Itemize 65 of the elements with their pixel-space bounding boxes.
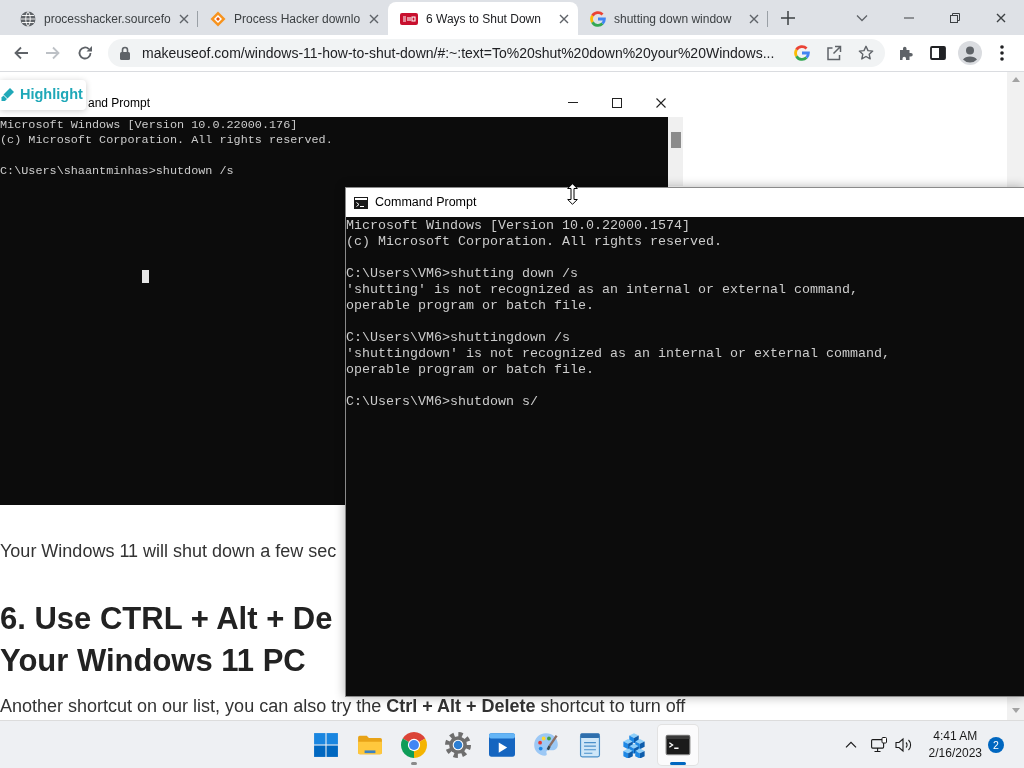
console-icon [354,196,368,209]
browser-tab[interactable]: 6 Ways to Shut Down [388,2,578,35]
console-line: operable program or batch file. [346,362,595,378]
close-icon[interactable] [179,13,189,24]
close-icon[interactable] [749,13,759,24]
maximize-icon [612,97,622,108]
clock-date[interactable]: 2/16/2023 [928,744,982,762]
console-line: (c) Microsoft Corporation. All rights reserved. [0,133,334,149]
avatar-icon[interactable] [958,41,982,65]
letter-g-icon [590,10,606,27]
star-icon[interactable] [858,45,874,61]
arrow-left-icon[interactable] [13,45,29,61]
article-text: Another shortcut on our list, you can also try the Ctrl + Alt + Delete shortcut to turn off [0,696,686,717]
notepad-icon [577,731,603,758]
palette-icon [533,731,559,758]
play-icon [489,731,515,758]
console-line: operable program or batch file. [346,298,595,314]
window-title: Command Prompt [375,194,477,212]
browser-tab[interactable]: Process Hacker downlo [198,2,388,35]
diamond-icon [210,10,226,27]
console-line: C:\Users\shaantminhas>shutdown /s [0,163,235,180]
plus-icon[interactable] [781,10,795,25]
logo-tile-icon [400,12,418,25]
globe-icon [20,10,36,27]
cubes-icon [621,731,647,758]
circle-logo-icon [401,731,427,758]
article-heading: 6. Use CTRL + Alt + De Your Windows 11 PC [0,600,333,680]
puzzle-icon[interactable] [898,45,914,61]
letter-g-icon[interactable] [794,45,810,61]
browser-tab[interactable]: shutting down window [578,2,768,35]
more-icon[interactable] [1000,45,1004,61]
console-line: Microsoft Windows [Version 10.0.22000.176] [0,118,299,134]
close-icon[interactable] [369,13,379,24]
four-squares-icon [313,731,339,758]
reload-icon[interactable] [77,45,93,61]
speaker-icon[interactable] [894,736,913,753]
share-icon[interactable] [826,45,842,61]
taskbar-button[interactable] [658,724,698,765]
console-line: Microsoft Windows [Version 10.0.22000.1574] [346,218,691,234]
text-cursor-icon [142,270,149,283]
browser-tab[interactable]: processhacker.sourcefo [8,2,198,35]
minimize-icon [568,102,578,103]
console-line: C:\Users\VM6>shutting down /s [346,266,579,282]
network-icon[interactable] [870,736,887,753]
notification-badge[interactable]: 2 [988,736,1004,753]
highlighter-icon [1,87,15,103]
console-line: C:\Users\VM6>shuttingdown /s [346,330,571,346]
restore-icon[interactable] [950,12,960,23]
close-icon[interactable] [996,12,1006,23]
gear-icon [445,731,471,758]
console-line: 'shutting' is not recognized as an internal or external command, [346,282,859,298]
lock-icon [119,46,131,60]
address-bar[interactable]: makeuseof.com/windows-11-how-to-shut-down/#:~:text=To%20shut%20down%20your%20Windows... [108,39,885,67]
side-panel-icon[interactable] [930,45,946,61]
console-line: 'shuttingdown' is not recognized as an internal or external command, [346,346,891,362]
console-line: C:\Users\VM6>shutdown s/ [346,394,539,410]
clock-time[interactable]: 4:41 AM [928,727,982,745]
chevron-up-icon[interactable] [844,741,857,748]
close-icon [656,97,666,108]
console-line: (c) Microsoft Corporation. All rights reserved. [346,234,723,250]
close-icon[interactable] [559,13,569,24]
scrollbar-thumb [671,132,681,148]
article-text: Your Windows 11 will shut down a few sec [0,540,337,563]
window-title: and Prompt [88,94,151,112]
chevron-down-icon[interactable] [856,13,868,22]
